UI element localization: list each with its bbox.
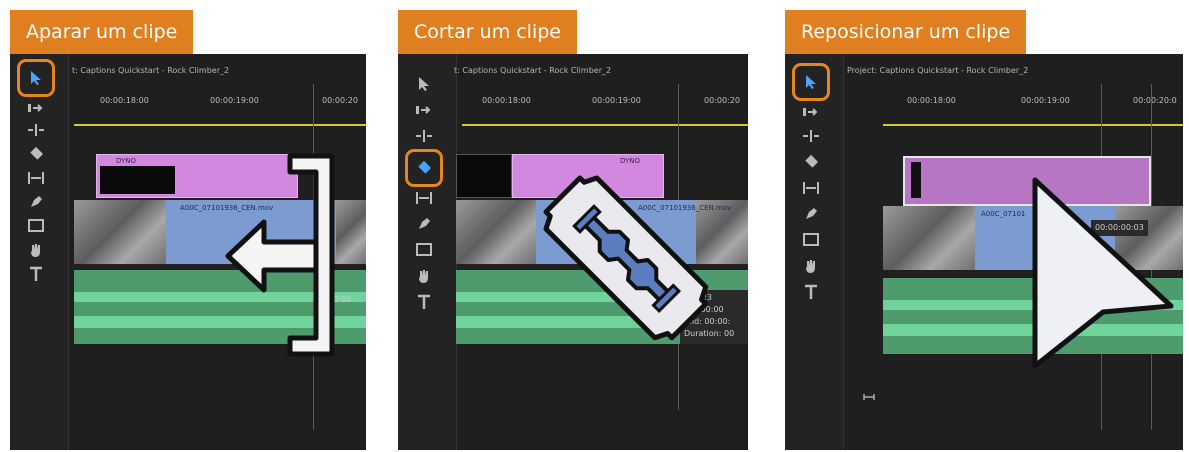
sequence-header: Project: Captions Quickstart - Rock Clim… <box>847 66 1029 75</box>
track-select-icon[interactable] <box>799 100 823 124</box>
clip-label: DYNO <box>116 157 137 165</box>
hand-icon[interactable] <box>412 264 436 288</box>
timecode: 00:00:18:00 <box>100 96 149 105</box>
selection-tool-icon[interactable] <box>792 63 830 101</box>
panel-title: Cortar um clipe <box>398 10 577 54</box>
panel-cut-clip: Cortar um clipe t: Captions Quickstart -… <box>398 10 748 450</box>
panel-trim-clip: Aparar um clipe t: Captions Quickstart -… <box>10 10 366 450</box>
clip-thumbnail <box>883 206 975 270</box>
work-area-bar <box>883 124 1183 126</box>
work-area-bar <box>462 124 748 126</box>
rectangle-icon[interactable] <box>24 214 48 238</box>
track-select-icon[interactable] <box>24 96 48 120</box>
clip-thumbnail <box>74 200 166 264</box>
pen-icon[interactable] <box>412 212 436 236</box>
rectangle-icon[interactable] <box>412 238 436 262</box>
timecode: 00:00:19:00 <box>210 96 259 105</box>
graphic-clip-left[interactable] <box>456 154 512 198</box>
slip-icon[interactable] <box>24 166 48 190</box>
timecode: 00:00:19:00 <box>1021 96 1070 105</box>
rectangle-icon[interactable] <box>799 228 823 252</box>
time-ruler[interactable]: 00:00:18:00 00:00:19:00 00:00:20 <box>70 84 366 134</box>
hand-icon[interactable] <box>24 238 48 262</box>
sequence-header: t: Captions Quickstart - Rock Climber_2 <box>454 66 612 75</box>
type-icon[interactable] <box>412 290 436 314</box>
pen-icon[interactable] <box>24 190 48 214</box>
timecode: 00:00:20:0 <box>1133 96 1177 105</box>
arrow-cursor-icon <box>1032 177 1174 369</box>
slip-icon[interactable] <box>799 176 823 200</box>
razor-icon[interactable] <box>24 142 48 166</box>
selection-tool-icon[interactable] <box>412 72 436 96</box>
panel-title: Reposicionar um clipe <box>785 10 1027 54</box>
tools-panel <box>785 54 844 450</box>
tools-panel <box>398 54 457 450</box>
timecode: 00:00:18:00 <box>907 96 956 105</box>
zoom-handle-icon[interactable] <box>863 386 875 405</box>
work-area-bar <box>74 124 366 126</box>
type-icon[interactable] <box>24 262 48 286</box>
sequence-header: t: Captions Quickstart - Rock Climber_2 <box>72 66 230 75</box>
timeline: Project: Captions Quickstart - Rock Clim… <box>785 54 1183 450</box>
time-ruler[interactable]: 00:00:18:00 00:00:19:00 00:00:20:0 <box>845 84 1183 134</box>
panel-reposition-clip: Reposicionar um clipe Project: Captions … <box>785 10 1183 450</box>
timecode: 00:00:19:00 <box>592 96 641 105</box>
clip-label: A00C_07101 <box>981 210 1026 218</box>
timeline: t: Captions Quickstart - Rock Climber_2 … <box>398 54 748 450</box>
slip-icon[interactable] <box>412 186 436 210</box>
ripple-edit-icon[interactable] <box>799 124 823 148</box>
clip-thumbnail <box>336 200 366 264</box>
clip-thumbnail <box>100 166 175 194</box>
ripple-edit-icon[interactable] <box>412 124 436 148</box>
razor-icon[interactable] <box>405 149 443 187</box>
hand-icon[interactable] <box>799 254 823 278</box>
timecode: 00:00:18:00 <box>482 96 531 105</box>
ripple-edit-icon[interactable] <box>24 118 48 142</box>
clip-thumbnail <box>911 162 921 198</box>
timeline: t: Captions Quickstart - Rock Climber_2 … <box>10 54 366 450</box>
timecode: 00:00:20 <box>704 96 740 105</box>
track-select-icon[interactable] <box>412 98 436 122</box>
selection-tool-icon[interactable] <box>17 59 55 97</box>
panel-title: Aparar um clipe <box>10 10 194 54</box>
time-ruler[interactable]: 00:00:18:00 00:00:19:00 00:00:20 <box>458 84 748 134</box>
timecode: 00:00:20 <box>322 96 358 105</box>
razor-blade-icon <box>543 175 709 341</box>
tools-panel <box>10 54 69 450</box>
pen-icon[interactable] <box>799 202 823 226</box>
razor-icon[interactable] <box>799 150 823 174</box>
type-icon[interactable] <box>799 280 823 304</box>
trim-cursor-icon <box>225 153 335 357</box>
